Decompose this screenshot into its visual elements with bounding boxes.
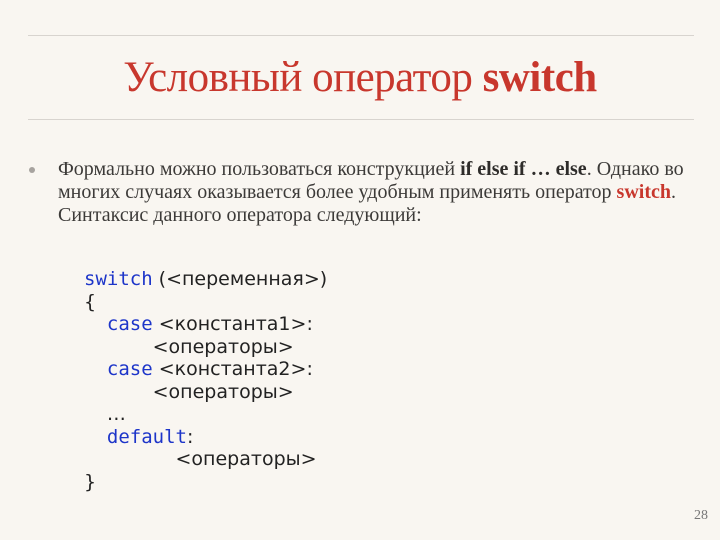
code-text: { bbox=[84, 290, 97, 313]
code-text: <операторы> bbox=[152, 380, 294, 403]
code-line: { bbox=[84, 291, 327, 314]
code-text: <константа2>: bbox=[152, 358, 313, 380]
code-text: } bbox=[84, 470, 97, 493]
code-line: … bbox=[84, 403, 327, 426]
para-text-1: Формально можно пользоваться конструкцие… bbox=[58, 158, 461, 180]
code-keyword: case bbox=[106, 313, 153, 335]
para-bold-construct: if else if … else bbox=[460, 158, 587, 180]
page-number: 28 bbox=[694, 508, 708, 523]
code-line: } bbox=[84, 471, 327, 494]
code-text: <константа1>: bbox=[152, 313, 313, 335]
slide-title: Условный оператор switch bbox=[0, 52, 720, 104]
code-text: <операторы> bbox=[152, 335, 294, 358]
code-text: (<переменная>) bbox=[152, 268, 328, 290]
code-keyword: default bbox=[106, 425, 187, 448]
para-keyword-switch: switch bbox=[616, 181, 671, 203]
code-text: : bbox=[186, 425, 194, 448]
code-keyword: switch bbox=[84, 268, 153, 290]
code-line: <операторы> bbox=[84, 448, 327, 471]
top-divider bbox=[28, 35, 694, 36]
code-text: <операторы> bbox=[175, 448, 317, 470]
code-line: switch (<переменная>) bbox=[84, 268, 327, 291]
bullet-icon bbox=[29, 167, 35, 173]
code-line: case <константа1>: bbox=[84, 313, 327, 336]
code-line: <операторы> bbox=[84, 336, 327, 359]
code-text: … bbox=[106, 403, 126, 425]
bottom-divider bbox=[28, 119, 694, 120]
title-regular: Условный оператор bbox=[123, 54, 483, 101]
code-line: case <константа2>: bbox=[84, 358, 327, 381]
bullet-paragraph: Формально можно пользоваться конструкцие… bbox=[58, 158, 698, 227]
title-keyword: switch bbox=[482, 54, 598, 101]
code-keyword: case bbox=[106, 358, 153, 380]
code-block: switch (<переменная>){ case <константа1>… bbox=[84, 268, 327, 493]
code-line: <операторы> bbox=[84, 381, 327, 404]
code-line: default: bbox=[84, 426, 327, 449]
